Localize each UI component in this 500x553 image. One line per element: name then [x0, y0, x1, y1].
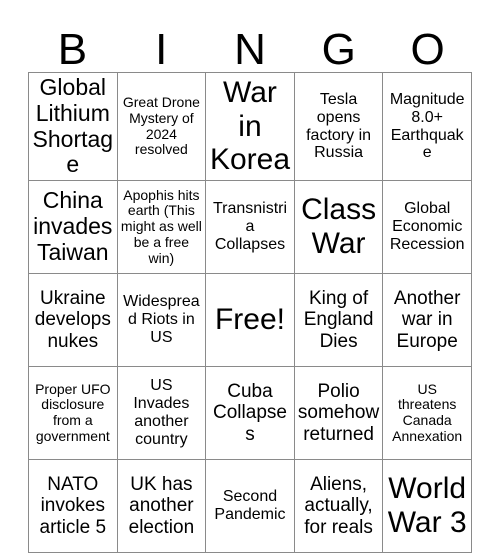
bingo-cell-label: Magnitude 8.0+ Earthquake [389, 90, 465, 162]
bingo-cell[interactable]: Tesla opens factory in Russia [293, 72, 384, 181]
bingo-cell-label: Second Pandemic [214, 488, 286, 523]
bingo-cell[interactable]: Ukraine develops nukes [28, 273, 118, 367]
header-letter-n: N [234, 25, 266, 74]
bingo-cell-label: Transnistria Collapses [212, 200, 288, 253]
bingo-cell[interactable]: Second Pandemic [205, 459, 295, 553]
bingo-cell-label: Aliens, actually, for reals [304, 474, 373, 538]
bingo-cell[interactable]: Proper UFO disclosure from a government [28, 366, 118, 460]
bingo-cell[interactable]: Class War [293, 180, 384, 274]
bingo-cell[interactable]: NATO invokes article 5 [28, 459, 118, 553]
bingo-header: B I N G O [28, 18, 472, 72]
bingo-cell-label: Polio somehow returned [297, 381, 380, 445]
bingo-cell-label: King of England Dies [303, 288, 374, 352]
bingo-cell[interactable]: Polio somehow returned [293, 366, 384, 460]
bingo-cell-label: Global Economic Recession [389, 200, 465, 253]
header-letter-i: I [155, 25, 168, 74]
bingo-cell[interactable]: US Invades another country [116, 366, 207, 460]
bingo-cell-label: UK has another election [128, 474, 195, 538]
bingo-cell-label: Cuba Collapses [213, 381, 287, 445]
bingo-row: Global Lithium Shortage Great Drone Myst… [28, 72, 472, 181]
bingo-cell-label: China invades Taiwan [33, 187, 113, 265]
bingo-cell-label: US threatens Canada Annexation [392, 380, 463, 444]
bingo-cell-label: Widespread Riots in US [123, 293, 200, 346]
bingo-row: China invades Taiwan Apophis hits earth … [28, 180, 472, 274]
bingo-grid: Global Lithium Shortage Great Drone Myst… [28, 72, 472, 553]
bingo-cell-free[interactable]: Free! [205, 273, 295, 367]
bingo-cell-label: Global Lithium Shortage [32, 74, 114, 178]
bingo-card: B I N G O Global Lithium Shortage Great … [28, 18, 472, 553]
bingo-cell[interactable]: UK has another election [116, 459, 207, 553]
bingo-cell[interactable]: Global Lithium Shortage [28, 72, 118, 181]
bingo-cell[interactable]: Aliens, actually, for reals [293, 459, 384, 553]
bingo-cell[interactable]: Another war in Europe [382, 273, 472, 367]
bingo-cell-label: Class War [301, 193, 377, 260]
bingo-row: Proper UFO disclosure from a government … [28, 366, 472, 460]
bingo-cell[interactable]: Apophis hits earth (This might as well b… [116, 180, 207, 274]
bingo-cell-label: NATO invokes article 5 [39, 474, 107, 538]
bingo-cell[interactable]: War in Korea [205, 72, 295, 181]
bingo-cell-label: Another war in Europe [393, 288, 461, 352]
bingo-cell[interactable]: Transnistria Collapses [205, 180, 295, 274]
bingo-cell-label: War in Korea [209, 76, 291, 177]
bingo-cell[interactable]: World War 3 [382, 459, 472, 553]
bingo-cell[interactable]: King of England Dies [293, 273, 384, 367]
header-letter-g: G [321, 25, 356, 74]
header-letter-b: B [57, 25, 88, 74]
bingo-cell[interactable]: Magnitude 8.0+ Earthquake [382, 72, 472, 181]
bingo-cell[interactable]: US threatens Canada Annexation [382, 366, 472, 460]
bingo-cell[interactable]: Global Economic Recession [382, 180, 472, 274]
bingo-cell-label: Free! [214, 303, 285, 337]
bingo-row: NATO invokes article 5 UK has another el… [28, 459, 472, 553]
bingo-cell-label: World War 3 [387, 472, 467, 539]
bingo-cell[interactable]: Widespread Riots in US [116, 273, 207, 367]
bingo-cell-label: Great Drone Mystery of 2024 resolved [122, 94, 200, 158]
bingo-cell-label: Tesla opens factory in Russia [306, 90, 372, 162]
bingo-cell-label: US Invades another country [133, 377, 190, 448]
bingo-cell[interactable]: Great Drone Mystery of 2024 resolved [116, 72, 207, 181]
header-letter-o: O [410, 25, 445, 74]
bingo-cell-label: Apophis hits earth (This might as well b… [120, 186, 202, 266]
bingo-cell-label: Ukraine develops nukes [34, 288, 111, 352]
bingo-cell-label: Proper UFO disclosure from a government [35, 380, 111, 444]
bingo-cell[interactable]: China invades Taiwan [28, 180, 118, 274]
bingo-cell[interactable]: Cuba Collapses [205, 366, 295, 460]
bingo-row: Ukraine develops nukes Widespread Riots … [28, 273, 472, 367]
